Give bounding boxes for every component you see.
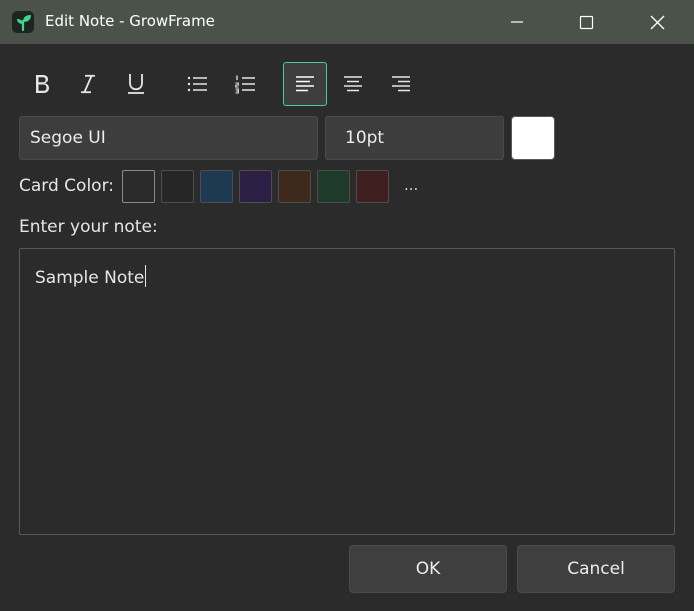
ok-button[interactable]: OK	[349, 545, 507, 593]
card-color-swatch[interactable]	[317, 170, 350, 203]
note-textarea[interactable]: Sample Note	[19, 248, 675, 535]
align-right-icon	[392, 76, 410, 92]
underline-button[interactable]	[114, 62, 158, 106]
card-color-label: Card Color:	[19, 176, 114, 196]
italic-icon	[81, 74, 95, 94]
align-left-button[interactable]	[283, 62, 327, 106]
close-icon	[650, 15, 665, 30]
edit-note-dialog: Edit Note - GrowFrame Segoe UI 10pt Card…	[0, 0, 694, 611]
numbered-list-icon	[235, 75, 255, 94]
font-family-select[interactable]: Segoe UI	[19, 116, 318, 160]
maximize-icon	[579, 15, 594, 30]
align-left-icon	[296, 76, 314, 92]
close-button[interactable]	[634, 0, 680, 44]
text-caret	[145, 265, 147, 287]
numbered-list-button[interactable]	[223, 62, 267, 106]
sprout-icon	[12, 11, 34, 33]
text-color-button[interactable]	[511, 116, 555, 160]
note-label: Enter your note:	[19, 217, 158, 237]
align-center-button[interactable]	[331, 62, 375, 106]
align-right-button[interactable]	[379, 62, 423, 106]
minimize-icon	[511, 21, 523, 23]
italic-button[interactable]	[66, 62, 110, 106]
note-text[interactable]: Sample Note	[35, 265, 147, 288]
card-color-swatch[interactable]	[122, 170, 155, 203]
align-center-icon	[344, 76, 362, 92]
card-color-swatch[interactable]	[278, 170, 311, 203]
maximize-button[interactable]	[563, 0, 609, 44]
underline-icon	[128, 74, 144, 94]
note-value: Sample Note	[35, 268, 145, 288]
card-color-swatch[interactable]	[356, 170, 389, 203]
title-bar[interactable]: Edit Note - GrowFrame	[0, 0, 694, 44]
cancel-button[interactable]: Cancel	[517, 545, 675, 593]
card-color-swatch[interactable]	[200, 170, 233, 203]
bullet-list-button[interactable]	[175, 62, 219, 106]
more-colors-button[interactable]: ...	[404, 176, 418, 194]
bold-icon	[36, 75, 49, 93]
window-title: Edit Note - GrowFrame	[45, 12, 215, 30]
card-color-swatch[interactable]	[239, 170, 272, 203]
bold-button[interactable]	[19, 62, 63, 106]
bullet-list-icon	[187, 76, 207, 92]
card-color-swatch[interactable]	[161, 170, 194, 203]
font-size-select[interactable]: 10pt	[325, 116, 504, 160]
minimize-button[interactable]	[494, 0, 540, 44]
